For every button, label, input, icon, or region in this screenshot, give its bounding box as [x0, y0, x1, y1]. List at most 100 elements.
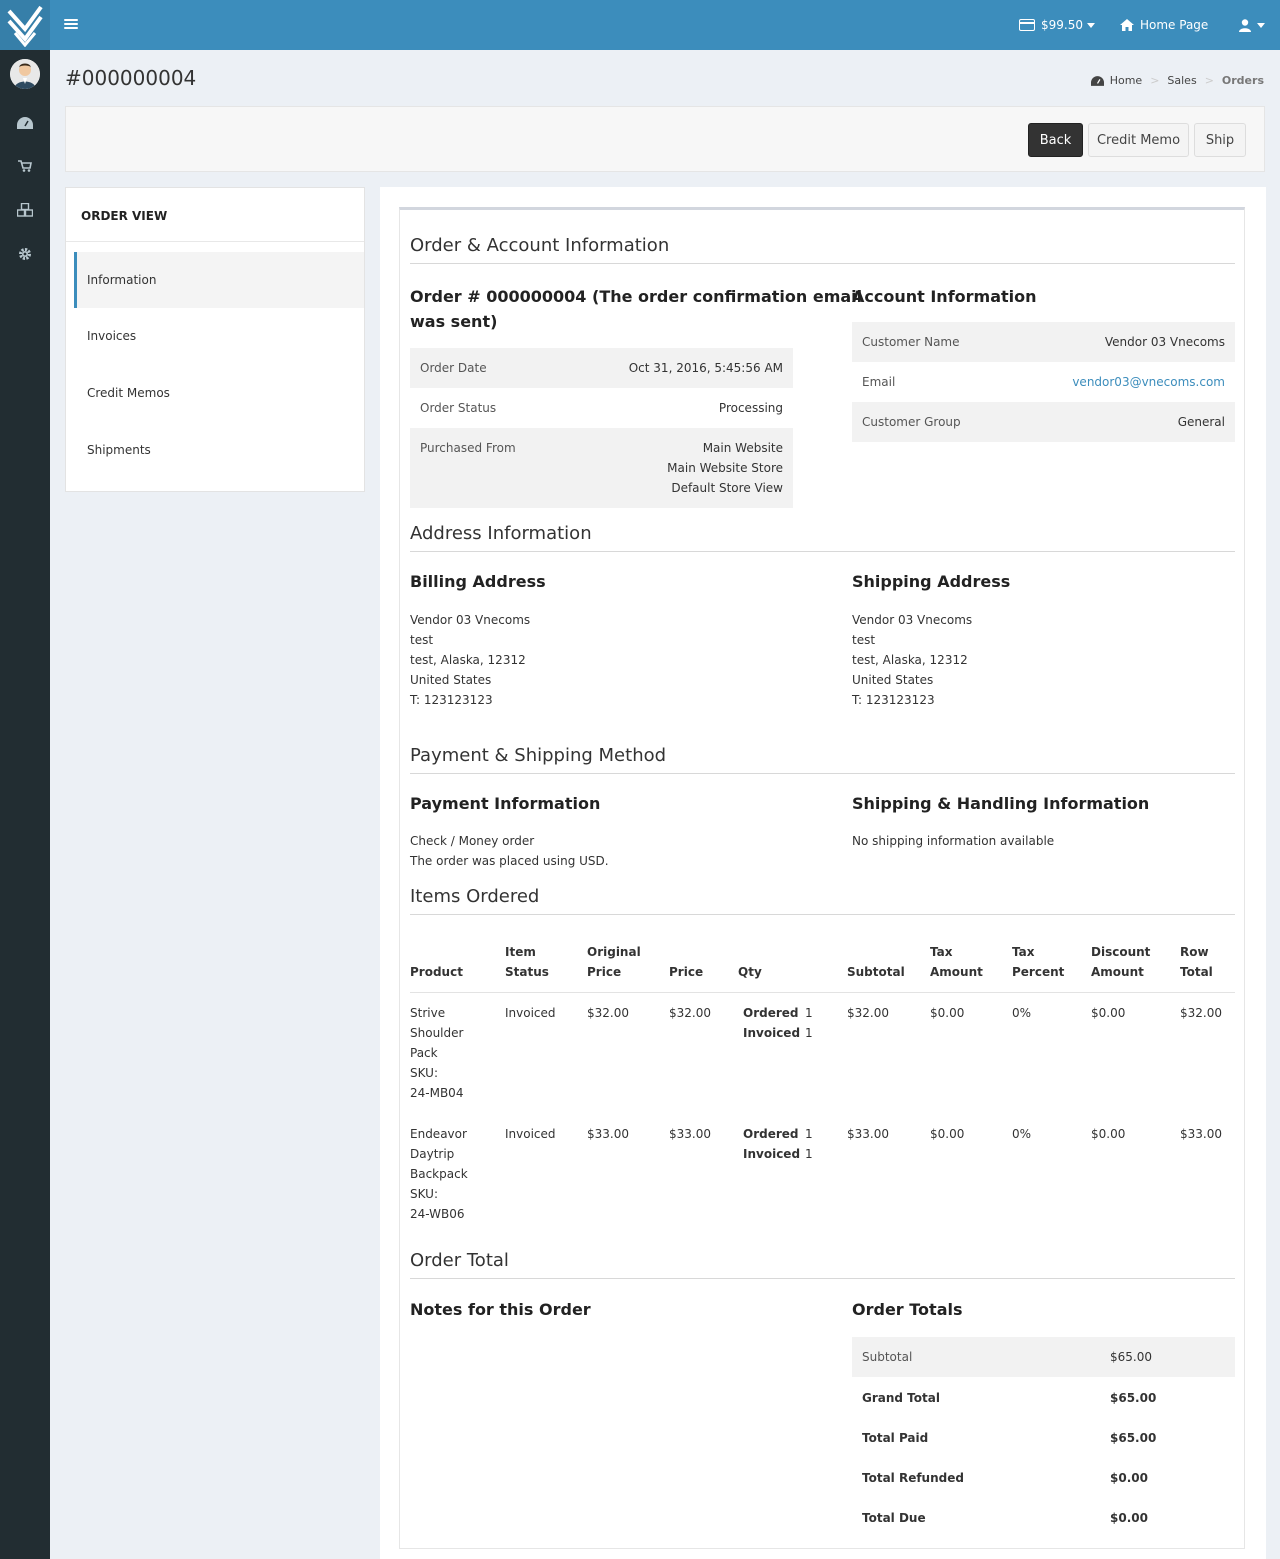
billing-address-heading: Billing Address: [410, 572, 546, 591]
dashboard-icon[interactable]: [16, 114, 34, 132]
tab-information[interactable]: Information: [74, 252, 364, 308]
section-title-items: Items Ordered: [410, 886, 540, 907]
product-line: Strive: [410, 1006, 446, 1020]
order-totals-heading: Order Totals: [852, 1300, 963, 1319]
avatar-image: [10, 59, 40, 89]
ship-button[interactable]: Ship: [1194, 123, 1246, 157]
tax-percent: 0%: [1012, 1127, 1032, 1141]
email-label: Email: [862, 375, 896, 389]
tab-invoices[interactable]: Invoices: [74, 308, 364, 364]
col-header-line: Status: [505, 965, 549, 979]
breadcrumb-home[interactable]: Home: [1110, 74, 1142, 87]
section-divider: [410, 551, 1235, 552]
product-name: Strive Shoulder Pack SKU: 24-MB04: [410, 1003, 463, 1103]
item-status: Invoiced: [505, 1127, 556, 1141]
order-heading-line: Order # 000000004 (The order confirmatio…: [410, 287, 863, 306]
product-line: Endeavor: [410, 1127, 467, 1141]
purchased-from-line: Default Store View: [671, 481, 783, 495]
section-title-payment-shipping: Payment & Shipping Method: [410, 745, 667, 766]
totals-row-total-due: Total Due $0.00: [852, 1498, 1235, 1538]
totals-value: $65.00: [1110, 1391, 1157, 1405]
user-menu[interactable]: [1239, 0, 1265, 50]
subtotal: $32.00: [847, 1006, 889, 1020]
caret-down-icon: [1257, 22, 1265, 28]
totals-row-total-paid: Total Paid $65.00: [852, 1418, 1235, 1458]
balance-dropdown[interactable]: $99.50: [1019, 0, 1095, 50]
avatar[interactable]: [10, 59, 40, 89]
address-line: United States: [852, 673, 934, 687]
section-divider: [410, 914, 1235, 915]
address-line: test, Alaska, 12312: [852, 653, 968, 667]
order-view-title: ORDER VIEW: [81, 209, 168, 223]
qty-invoiced-label: Invoiced: [743, 1147, 801, 1161]
home-icon: [1120, 19, 1134, 31]
tax-amount: $0.00: [930, 1006, 965, 1020]
col-header-line: Amount: [930, 965, 983, 979]
order-status-label: Order Status: [420, 401, 497, 415]
menu-toggle-icon[interactable]: [64, 17, 78, 33]
purchased-from-row: Purchased From Main Website Main Website…: [410, 428, 793, 508]
action-toolbar: Back Credit Memo Ship: [65, 106, 1265, 172]
col-original-price: Original Price: [587, 942, 641, 982]
home-page-label: Home Page: [1140, 18, 1209, 32]
email-link[interactable]: vendor03@vnecoms.com: [1072, 375, 1225, 389]
totals-label: Total Paid: [862, 1431, 929, 1445]
qty-values: 1 1: [805, 1003, 813, 1043]
qty-ordered-value: 1: [805, 1127, 813, 1141]
section-divider: [410, 773, 1235, 774]
credit-card-icon: [1019, 19, 1035, 31]
cubes-icon[interactable]: [16, 201, 34, 219]
purchased-from-label: Purchased From: [420, 441, 516, 455]
gear-icon[interactable]: [16, 245, 34, 263]
back-button[interactable]: Back: [1028, 123, 1083, 157]
page-title: #000000004: [65, 66, 197, 90]
account-information-heading: Account Information: [852, 287, 1037, 306]
payment-information-heading: Payment Information: [410, 794, 601, 813]
payment-line: The order was placed using USD.: [410, 854, 609, 868]
tab-credit-memos[interactable]: Credit Memos: [74, 365, 364, 421]
caret-down-icon: [1087, 22, 1095, 28]
product-line: 24-WB06: [410, 1207, 465, 1221]
order-date-row: Order Date Oct 31, 2016, 5:45:56 AM: [410, 348, 793, 388]
col-header-line: Item: [505, 945, 536, 959]
purchased-from-value: Main Website Main Website Store Default …: [667, 438, 783, 508]
product-name: Endeavor Daytrip Backpack SKU: 24-WB06: [410, 1124, 468, 1224]
discount-amount: $0.00: [1091, 1127, 1126, 1141]
cart-icon[interactable]: [16, 157, 34, 175]
col-subtotal: Subtotal: [847, 965, 905, 979]
totals-row-subtotal: Subtotal $65.00: [852, 1337, 1235, 1377]
breadcrumb: Home > Sales > Orders: [1090, 74, 1264, 87]
logo[interactable]: [0, 0, 50, 50]
col-header-line: Tax: [930, 945, 953, 959]
discount-amount: $0.00: [1091, 1006, 1126, 1020]
original-price: $33.00: [587, 1127, 629, 1141]
totals-value: $65.00: [1110, 1431, 1157, 1445]
subtotal: $33.00: [847, 1127, 889, 1141]
breadcrumb-separator: >: [1204, 74, 1214, 87]
order-status-value: Processing: [718, 401, 783, 415]
payment-information: Check / Money order The order was placed…: [410, 831, 609, 871]
col-header-line: Total: [1180, 965, 1213, 979]
tab-shipments[interactable]: Shipments: [74, 422, 364, 478]
credit-memo-button[interactable]: Credit Memo: [1088, 123, 1189, 157]
icon-sidebar: [0, 50, 50, 1559]
logo-icon: [7, 5, 43, 47]
address-line: test, Alaska, 12312: [410, 653, 526, 667]
row-total: $33.00: [1180, 1127, 1222, 1141]
order-heading: Order # 000000004 (The order confirmatio…: [410, 284, 862, 334]
product-line: Shoulder: [410, 1026, 464, 1040]
breadcrumb-orders: Orders: [1221, 74, 1264, 87]
original-price: $32.00: [587, 1006, 629, 1020]
section-title-address: Address Information: [410, 523, 592, 544]
product-line: Backpack: [410, 1167, 468, 1181]
breadcrumb-sales[interactable]: Sales: [1167, 74, 1196, 87]
shipping-handling-heading: Shipping & Handling Information: [852, 794, 1150, 813]
col-header-line: Tax: [1012, 945, 1035, 959]
qty-values: 1 1: [805, 1124, 813, 1164]
section-title-order-total: Order Total: [410, 1250, 509, 1271]
col-header-line: Price: [587, 965, 622, 979]
qty-ordered-label: Ordered: [743, 1006, 799, 1020]
home-page-link[interactable]: Home Page: [1120, 0, 1208, 50]
tax-percent: 0%: [1012, 1006, 1032, 1020]
totals-value: $0.00: [1110, 1471, 1148, 1485]
